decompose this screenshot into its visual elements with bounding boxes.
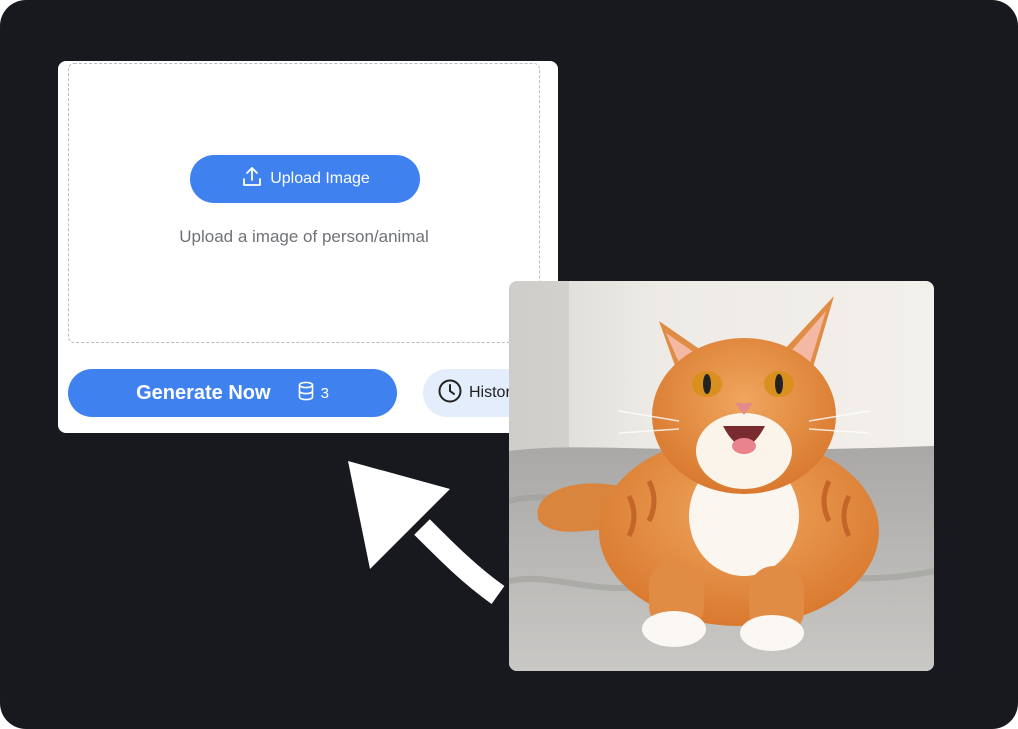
upload-button-label: Upload Image bbox=[270, 170, 370, 187]
upload-icon bbox=[240, 165, 264, 194]
database-icon bbox=[297, 381, 315, 405]
credit-count: 3 bbox=[320, 384, 329, 402]
cat-photo bbox=[509, 281, 934, 671]
upload-dropzone[interactable]: Upload Image Upload a image of person/an… bbox=[68, 63, 540, 343]
generate-now-button[interactable]: Generate Now 3 bbox=[68, 369, 397, 417]
credit-cost: 3 bbox=[297, 381, 329, 405]
generate-label: Generate Now bbox=[136, 381, 271, 404]
stage: Upload Image Upload a image of person/an… bbox=[0, 0, 1018, 729]
pointer-arrow-icon bbox=[348, 461, 505, 604]
generator-panel: Upload Image Upload a image of person/an… bbox=[58, 61, 573, 433]
clock-icon bbox=[437, 378, 463, 409]
upload-image-button[interactable]: Upload Image bbox=[190, 155, 420, 203]
upload-hint: Upload a image of person/animal bbox=[179, 227, 429, 246]
